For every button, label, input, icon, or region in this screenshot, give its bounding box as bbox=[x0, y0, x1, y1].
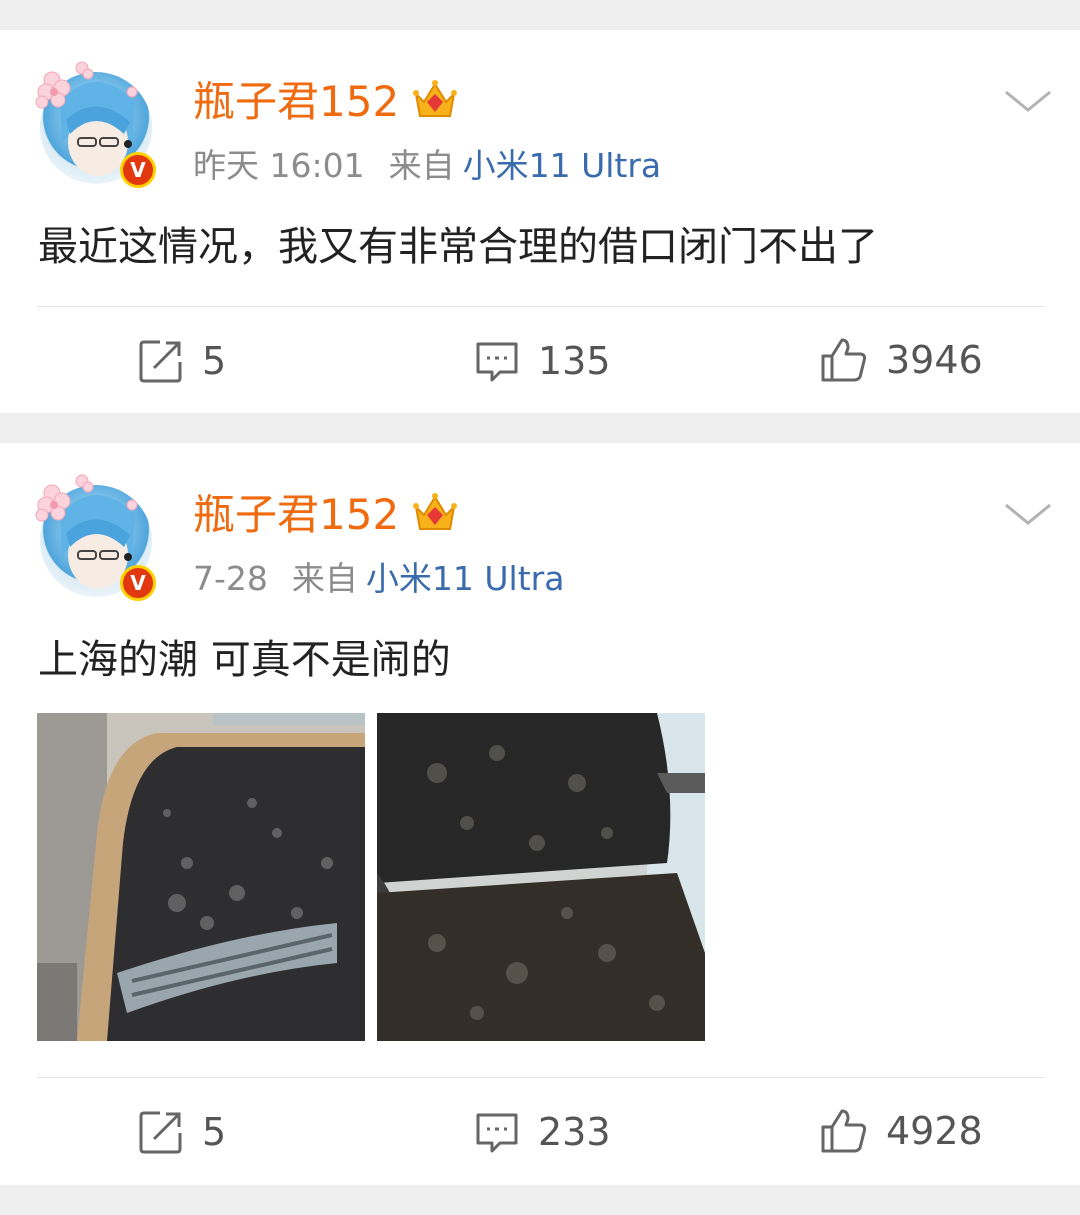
repost-button[interactable]: 5 bbox=[138, 338, 226, 384]
username[interactable]: 瓶子君152 bbox=[193, 76, 399, 128]
moldy-chair-back-photo bbox=[37, 713, 365, 1041]
repost-count: 5 bbox=[202, 1110, 227, 1154]
from-label: 来自 bbox=[291, 559, 358, 598]
thumbs-up-icon bbox=[821, 338, 867, 382]
avatar[interactable]: V bbox=[32, 58, 162, 188]
thumbs-up-icon bbox=[821, 1109, 867, 1153]
post-card[interactable]: V 瓶子君152 昨天 16:01 来自 小米11 Ultra 最近这情况，我又有非… bbox=[0, 30, 1080, 413]
moldy-chair-seat-photo bbox=[377, 713, 705, 1041]
verified-badge-icon: V bbox=[120, 565, 156, 601]
like-button[interactable]: 3946 bbox=[820, 336, 983, 384]
comment-icon bbox=[476, 342, 518, 382]
crown-vip-icon[interactable] bbox=[412, 491, 458, 535]
device-link[interactable]: 小米11 Ultra bbox=[463, 146, 662, 185]
flower-decoration-icon bbox=[35, 474, 138, 522]
post-card[interactable]: V 瓶子君152 7-28 来自小米11 Ultra 上海的潮 可真不是闹的 bbox=[0, 443, 1080, 1185]
like-button[interactable]: 4928 bbox=[820, 1107, 983, 1155]
like-count: 3946 bbox=[886, 338, 983, 382]
chevron-down-icon[interactable] bbox=[1002, 499, 1054, 529]
comment-button[interactable]: 233 bbox=[474, 1109, 611, 1155]
post-meta: 7-28 来自 小米11 Ultra bbox=[193, 559, 564, 599]
verified-badge-icon: V bbox=[120, 152, 156, 188]
post-text: 最近这情况，我又有非常合理的借口闭门不出了 bbox=[38, 224, 878, 270]
comment-button[interactable]: 135 bbox=[474, 338, 611, 384]
username[interactable]: 瓶子君152 bbox=[193, 489, 399, 541]
like-count: 4928 bbox=[886, 1109, 983, 1153]
device-link[interactable]: 小米11 Ultra bbox=[366, 559, 565, 598]
post-time: 7-28 bbox=[193, 559, 268, 598]
post-time: 昨天 16:01 bbox=[193, 146, 365, 185]
avatar[interactable]: V bbox=[32, 471, 162, 601]
chevron-down-icon[interactable] bbox=[1002, 86, 1054, 116]
comment-count: 233 bbox=[538, 1110, 611, 1154]
comment-icon bbox=[476, 1113, 518, 1153]
post-meta: 昨天 16:01 来自 小米11 Ultra bbox=[193, 146, 661, 186]
from-label: 来自 bbox=[388, 146, 455, 185]
post-photo[interactable] bbox=[37, 713, 365, 1041]
repost-icon bbox=[139, 340, 182, 383]
post-photo[interactable] bbox=[377, 713, 705, 1041]
repost-button[interactable]: 5 bbox=[138, 1109, 226, 1155]
crown-vip-icon[interactable] bbox=[412, 78, 458, 122]
divider bbox=[37, 1077, 1045, 1078]
repost-icon bbox=[139, 1111, 182, 1154]
post-text: 上海的潮 可真不是闹的 bbox=[38, 637, 451, 683]
comment-count: 135 bbox=[538, 339, 611, 383]
flower-decoration-icon bbox=[35, 61, 138, 109]
repost-count: 5 bbox=[202, 339, 227, 383]
divider bbox=[37, 306, 1045, 307]
